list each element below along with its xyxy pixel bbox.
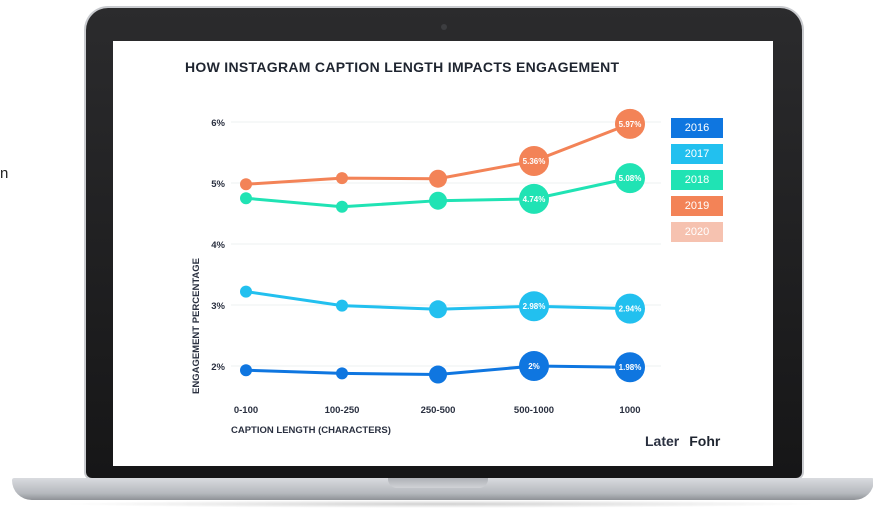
y-tick-label: 3%: [211, 301, 225, 312]
data-label: 5.97%: [619, 120, 642, 129]
brand-logos: Later Fohr: [645, 433, 720, 449]
laptop-notch: [388, 478, 488, 488]
legend-item: 2017: [671, 144, 723, 164]
y-axis-label: ENGAGEMENT PERCENTAGE: [191, 258, 202, 394]
x-tick-label: 250-500: [421, 405, 456, 416]
y-tick-label: 5%: [211, 179, 225, 190]
edge-text: n: [0, 165, 9, 182]
legend-item: 2019: [671, 196, 723, 216]
laptop-frame: HOW INSTAGRAM CAPTION LENGTH IMPACTS ENG…: [86, 8, 802, 478]
data-point: [240, 192, 252, 205]
laptop-shadow: [60, 500, 820, 508]
x-tick-label: 100-250: [325, 405, 360, 416]
legend-item: 2020: [671, 222, 723, 242]
data-point: [240, 178, 252, 191]
legend-item: 2016: [671, 118, 723, 138]
x-tick-label: 0-100: [234, 405, 258, 416]
data-point: [429, 169, 447, 188]
data-point: [240, 285, 252, 298]
legend-item: 2018: [671, 170, 723, 190]
data-point: [336, 367, 348, 380]
data-point: [336, 299, 348, 312]
data-point: [429, 191, 447, 210]
data-label: 2%: [528, 362, 540, 371]
data-label: 5.08%: [619, 174, 642, 183]
data-point: [429, 300, 447, 319]
data-label: 1.98%: [619, 363, 642, 372]
data-point: [336, 200, 348, 213]
data-label: 4.74%: [523, 195, 546, 204]
y-tick-label: 4%: [211, 240, 225, 251]
data-point: [336, 172, 348, 185]
camera-dot: [441, 24, 447, 30]
chart-legend: 2016 2017 2018 2019 2020: [671, 118, 723, 248]
laptop-screen: HOW INSTAGRAM CAPTION LENGTH IMPACTS ENG…: [113, 41, 773, 466]
x-tick-label: 500-1000: [514, 405, 554, 416]
y-tick-label: 6%: [211, 118, 225, 129]
data-label: 2.98%: [523, 302, 546, 311]
data-point: [429, 365, 447, 384]
x-axis-label: CAPTION LENGTH (CHARACTERS): [231, 425, 391, 436]
fohr-logo: Fohr: [689, 433, 721, 449]
data-label: 5.36%: [523, 157, 546, 166]
line-chart: 2% 3% 4% 5% 6% 0-100 100-250 250-500 500-1000 100…: [191, 108, 661, 436]
data-label: 2.94%: [619, 305, 642, 314]
later-logo: Later: [645, 433, 680, 449]
x-tick-label: 1000: [619, 405, 640, 416]
y-tick-label: 2%: [211, 362, 225, 373]
data-point: [240, 364, 252, 377]
